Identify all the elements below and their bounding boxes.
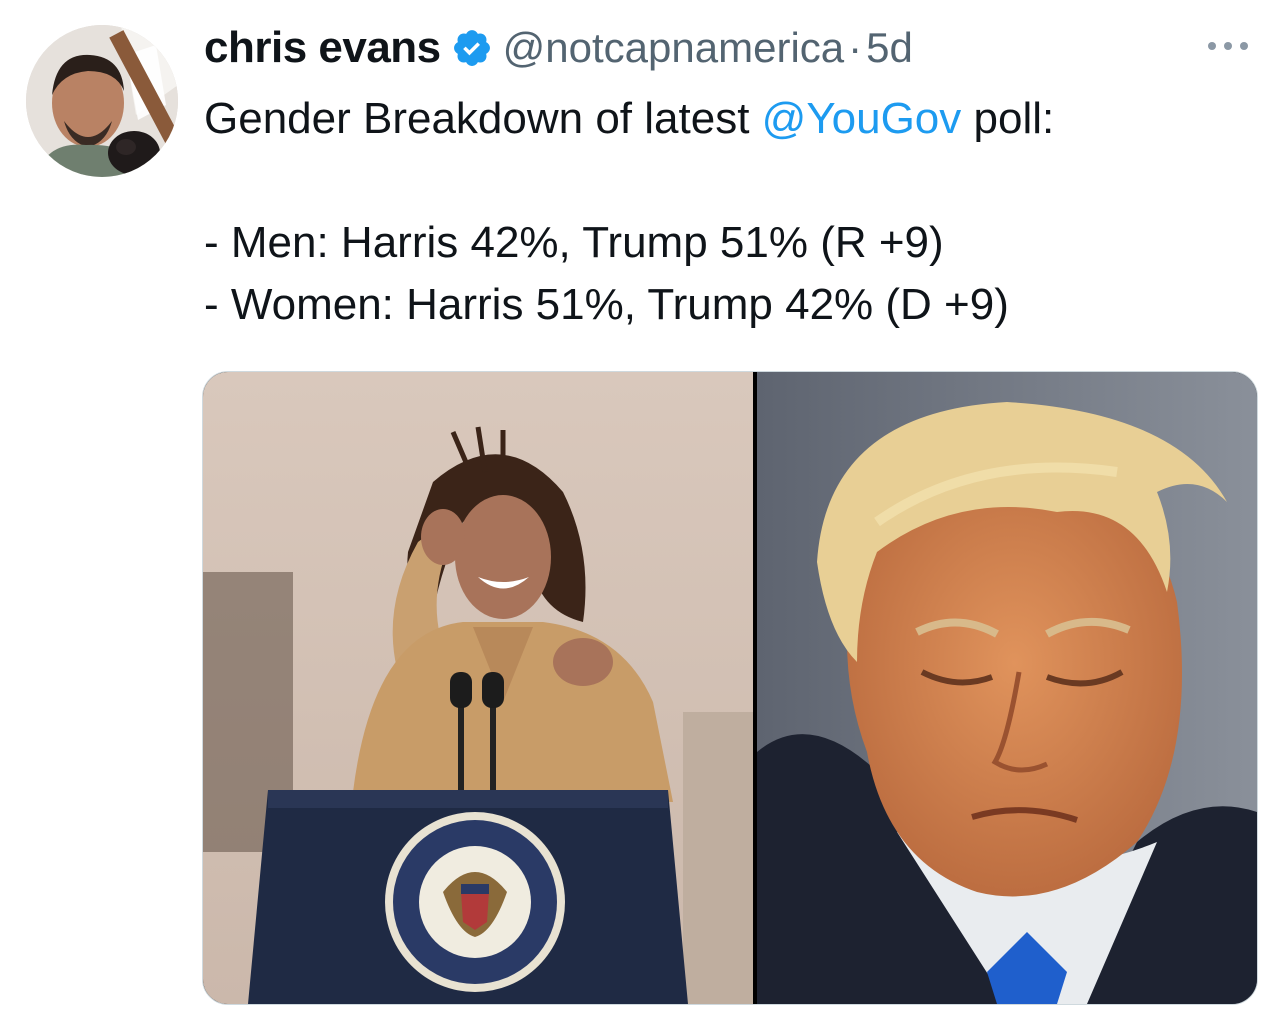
tweet-text-suffix: poll: [961, 94, 1055, 143]
avatar-image [26, 25, 178, 177]
verified-badge-icon[interactable] [451, 27, 493, 69]
media-photo-left[interactable] [203, 372, 753, 1004]
separator-dot: · [848, 24, 863, 71]
author-handle[interactable]: @notcapnamerica [503, 24, 844, 72]
tweet-header: chris evans @notcapnamerica · 5d [204, 20, 913, 76]
poll-line-women: - Women: Harris 51%, Trump 42% (D +9) [204, 280, 1009, 329]
tweet-text: Gender Breakdown of latest @YouGov poll:… [204, 88, 1244, 336]
author-name[interactable]: chris evans [204, 23, 441, 73]
trump-photo [757, 372, 1257, 1004]
more-options-icon[interactable] [1204, 34, 1252, 58]
harris-photo [203, 372, 753, 1004]
tweet-timestamp[interactable]: 5d [866, 24, 913, 72]
tweet-media [202, 371, 1258, 1005]
poll-line-men: - Men: Harris 42%, Trump 51% (R +9) [204, 218, 944, 267]
author-avatar[interactable] [26, 25, 178, 177]
mention-link[interactable]: @YouGov [762, 94, 962, 143]
tweet-text-prefix: Gender Breakdown of latest [204, 94, 762, 143]
media-photo-right[interactable] [757, 372, 1257, 1004]
